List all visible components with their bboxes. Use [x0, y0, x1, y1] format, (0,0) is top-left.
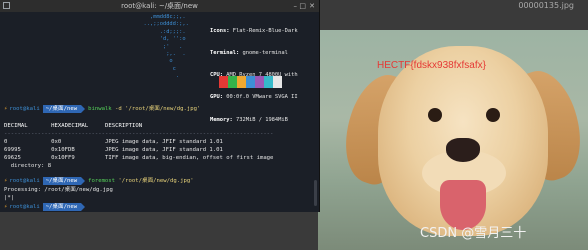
- puppy-eye: [428, 108, 442, 122]
- terminal-body[interactable]: ,mmdd8c;;,. ..,;;odddd:;,. .:d;;;:. 'd, …: [0, 12, 319, 212]
- color-swatch: [264, 76, 273, 88]
- csdn-watermark: CSDN @雪月三十: [420, 226, 527, 241]
- puppy-nose: [446, 138, 480, 162]
- terminal-titlebar[interactable]: root@kali: ~/桌面/new – □ ✕: [0, 0, 319, 12]
- info-value: gnome-terminal: [242, 50, 288, 57]
- bolt-icon: ⚡: [4, 106, 8, 112]
- table-row: directory: 8: [4, 163, 52, 169]
- info-key: Terminal: [210, 50, 236, 57]
- command-name: binwalk: [88, 106, 112, 112]
- viewer-title: 00000135.jpg: [518, 1, 574, 10]
- terminal-title: root@kali: ~/桌面/new: [121, 2, 198, 10]
- prompt-line[interactable]: ⚡ root@kali ~/桌面/new: [4, 202, 315, 212]
- progress-line: |*|: [4, 195, 15, 201]
- neofetch-block: ,mmdd8c;;,. ..,;;odddd:;,. .:d;;;:. 'd, …: [4, 12, 315, 123]
- table-row: 69625 0x10FF9 TIFF image data, big-endia…: [4, 155, 274, 161]
- prompt-path: ~/桌面/new: [42, 105, 86, 113]
- maximize-icon[interactable]: □: [299, 2, 306, 10]
- table-row: 69995 0x10FDB JPEG image data, JFIF stan…: [4, 147, 223, 153]
- command-args: '/root/桌面/new/dg.jpg': [115, 178, 194, 184]
- prompt-path: ~/桌面/new: [42, 177, 86, 185]
- command-name: foremost: [88, 178, 116, 184]
- prompt-user: root@kali: [9, 106, 40, 112]
- color-swatch: [246, 76, 255, 88]
- info-value: 00:0f.0 VMware SVGA II: [226, 94, 298, 101]
- info-key: Icons: [210, 27, 227, 34]
- minimize-icon[interactable]: –: [294, 2, 298, 10]
- terminal-icon: [3, 2, 10, 9]
- distro-logo: ,mmdd8c;;,. ..,;;odddd:;,. .:d;;;:. 'd, …: [143, 14, 189, 80]
- terminal-window[interactable]: root@kali: ~/桌面/new – □ ✕ ,mmdd8c;;,. ..…: [0, 0, 320, 212]
- command-args: -d '/root/桌面/new/dg.jpg': [111, 106, 201, 112]
- prompt-user: root@kali: [9, 204, 40, 210]
- color-swatch: [273, 76, 282, 88]
- color-swatches: [210, 76, 282, 88]
- color-swatch: [228, 76, 237, 88]
- color-swatch: [219, 76, 228, 88]
- color-swatch: [210, 76, 219, 88]
- info-value: 732MiB / 1984MiB: [235, 116, 288, 123]
- puppy-eye: [486, 108, 500, 122]
- bolt-icon: ⚡: [4, 178, 8, 184]
- close-icon[interactable]: ✕: [309, 2, 315, 10]
- bolt-icon: ⚡: [4, 204, 8, 210]
- prompt-line: ⚡ root@kali ~/桌面/new foremost '/root/桌面/…: [4, 176, 315, 186]
- terminal-scrollbar[interactable]: [314, 180, 317, 206]
- table-row: 0 0x0 JPEG image data, JFIF standard 1.0…: [4, 139, 223, 145]
- info-key: GPU: [210, 94, 220, 101]
- info-key: Memory: [210, 116, 230, 123]
- flag-text: HECTF{fdskx938fxfsafx}: [377, 60, 486, 71]
- prompt-user: root@kali: [9, 178, 40, 184]
- prompt-path: ~/桌面/new: [42, 203, 86, 211]
- processing-line: Processing: /root/桌面/new/dg.jpg: [4, 187, 113, 193]
- info-value: Flat-Remix-Blue-Dark: [232, 27, 298, 34]
- color-swatch: [255, 76, 264, 88]
- color-swatch: [237, 76, 246, 88]
